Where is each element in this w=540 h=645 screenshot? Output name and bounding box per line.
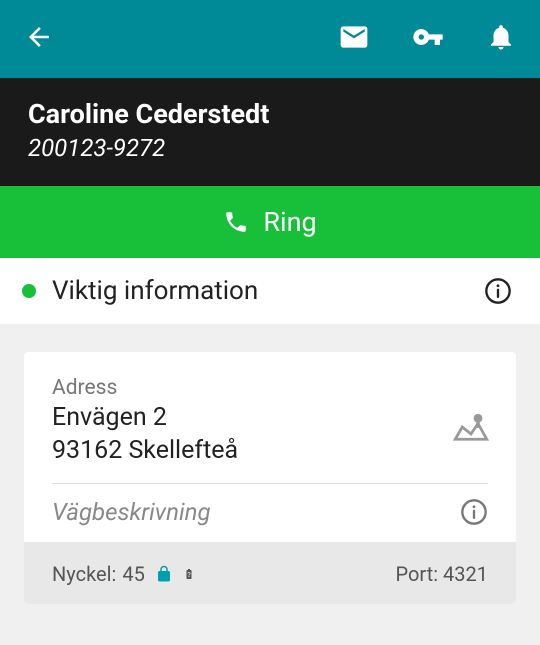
content-area: Adress Envägen 2 93162 Skellefteå Vägbes… [0,324,540,632]
mail-button[interactable] [338,21,370,57]
person-id: 200123-9272 [28,134,512,162]
key-button[interactable] [412,21,444,57]
lock-icon [155,564,173,584]
person-header: Caroline Cederstedt 200123-9272 [0,78,540,186]
key-icon [412,21,444,53]
phone-icon [223,209,249,235]
mail-icon [338,21,370,53]
address-section[interactable]: Adress Envägen 2 93162 Skellefteå [52,376,488,467]
important-info-row[interactable]: Viktig information [0,258,540,324]
bell-icon [486,22,516,52]
address-line2: 93162 Skellefteå [52,435,488,468]
battery-unknown-icon [183,564,195,584]
directions-row[interactable]: Vägbeskrivning [52,498,488,526]
important-info-label: Viktig information [52,276,468,306]
notifications-button[interactable] [486,22,516,56]
top-app-bar [0,0,540,78]
info-icon [484,277,512,305]
address-card: Adress Envägen 2 93162 Skellefteå Vägbes… [24,352,516,604]
map-pin-icon [450,406,492,452]
key-info: Nyckel: 45 [52,562,195,586]
key-label: Nyckel: [52,562,116,586]
port-info: Port: 4321 [396,562,489,586]
address-line1: Envägen 2 [52,402,488,435]
port-value: 4321 [443,562,488,586]
info-icon [460,498,488,526]
address-label: Adress [52,376,488,400]
call-button[interactable]: Ring [0,186,540,258]
directions-label: Vägbeskrivning [52,498,211,526]
status-dot-icon [22,284,36,298]
key-value: 45 [122,562,144,586]
arrow-left-icon [24,22,54,52]
person-name: Caroline Cederstedt [28,98,512,130]
card-footer: Nyckel: 45 Port: 4321 [24,542,516,604]
port-label: Port: [396,562,439,586]
divider [52,483,488,484]
call-label: Ring [263,206,316,238]
back-button[interactable] [24,22,54,56]
